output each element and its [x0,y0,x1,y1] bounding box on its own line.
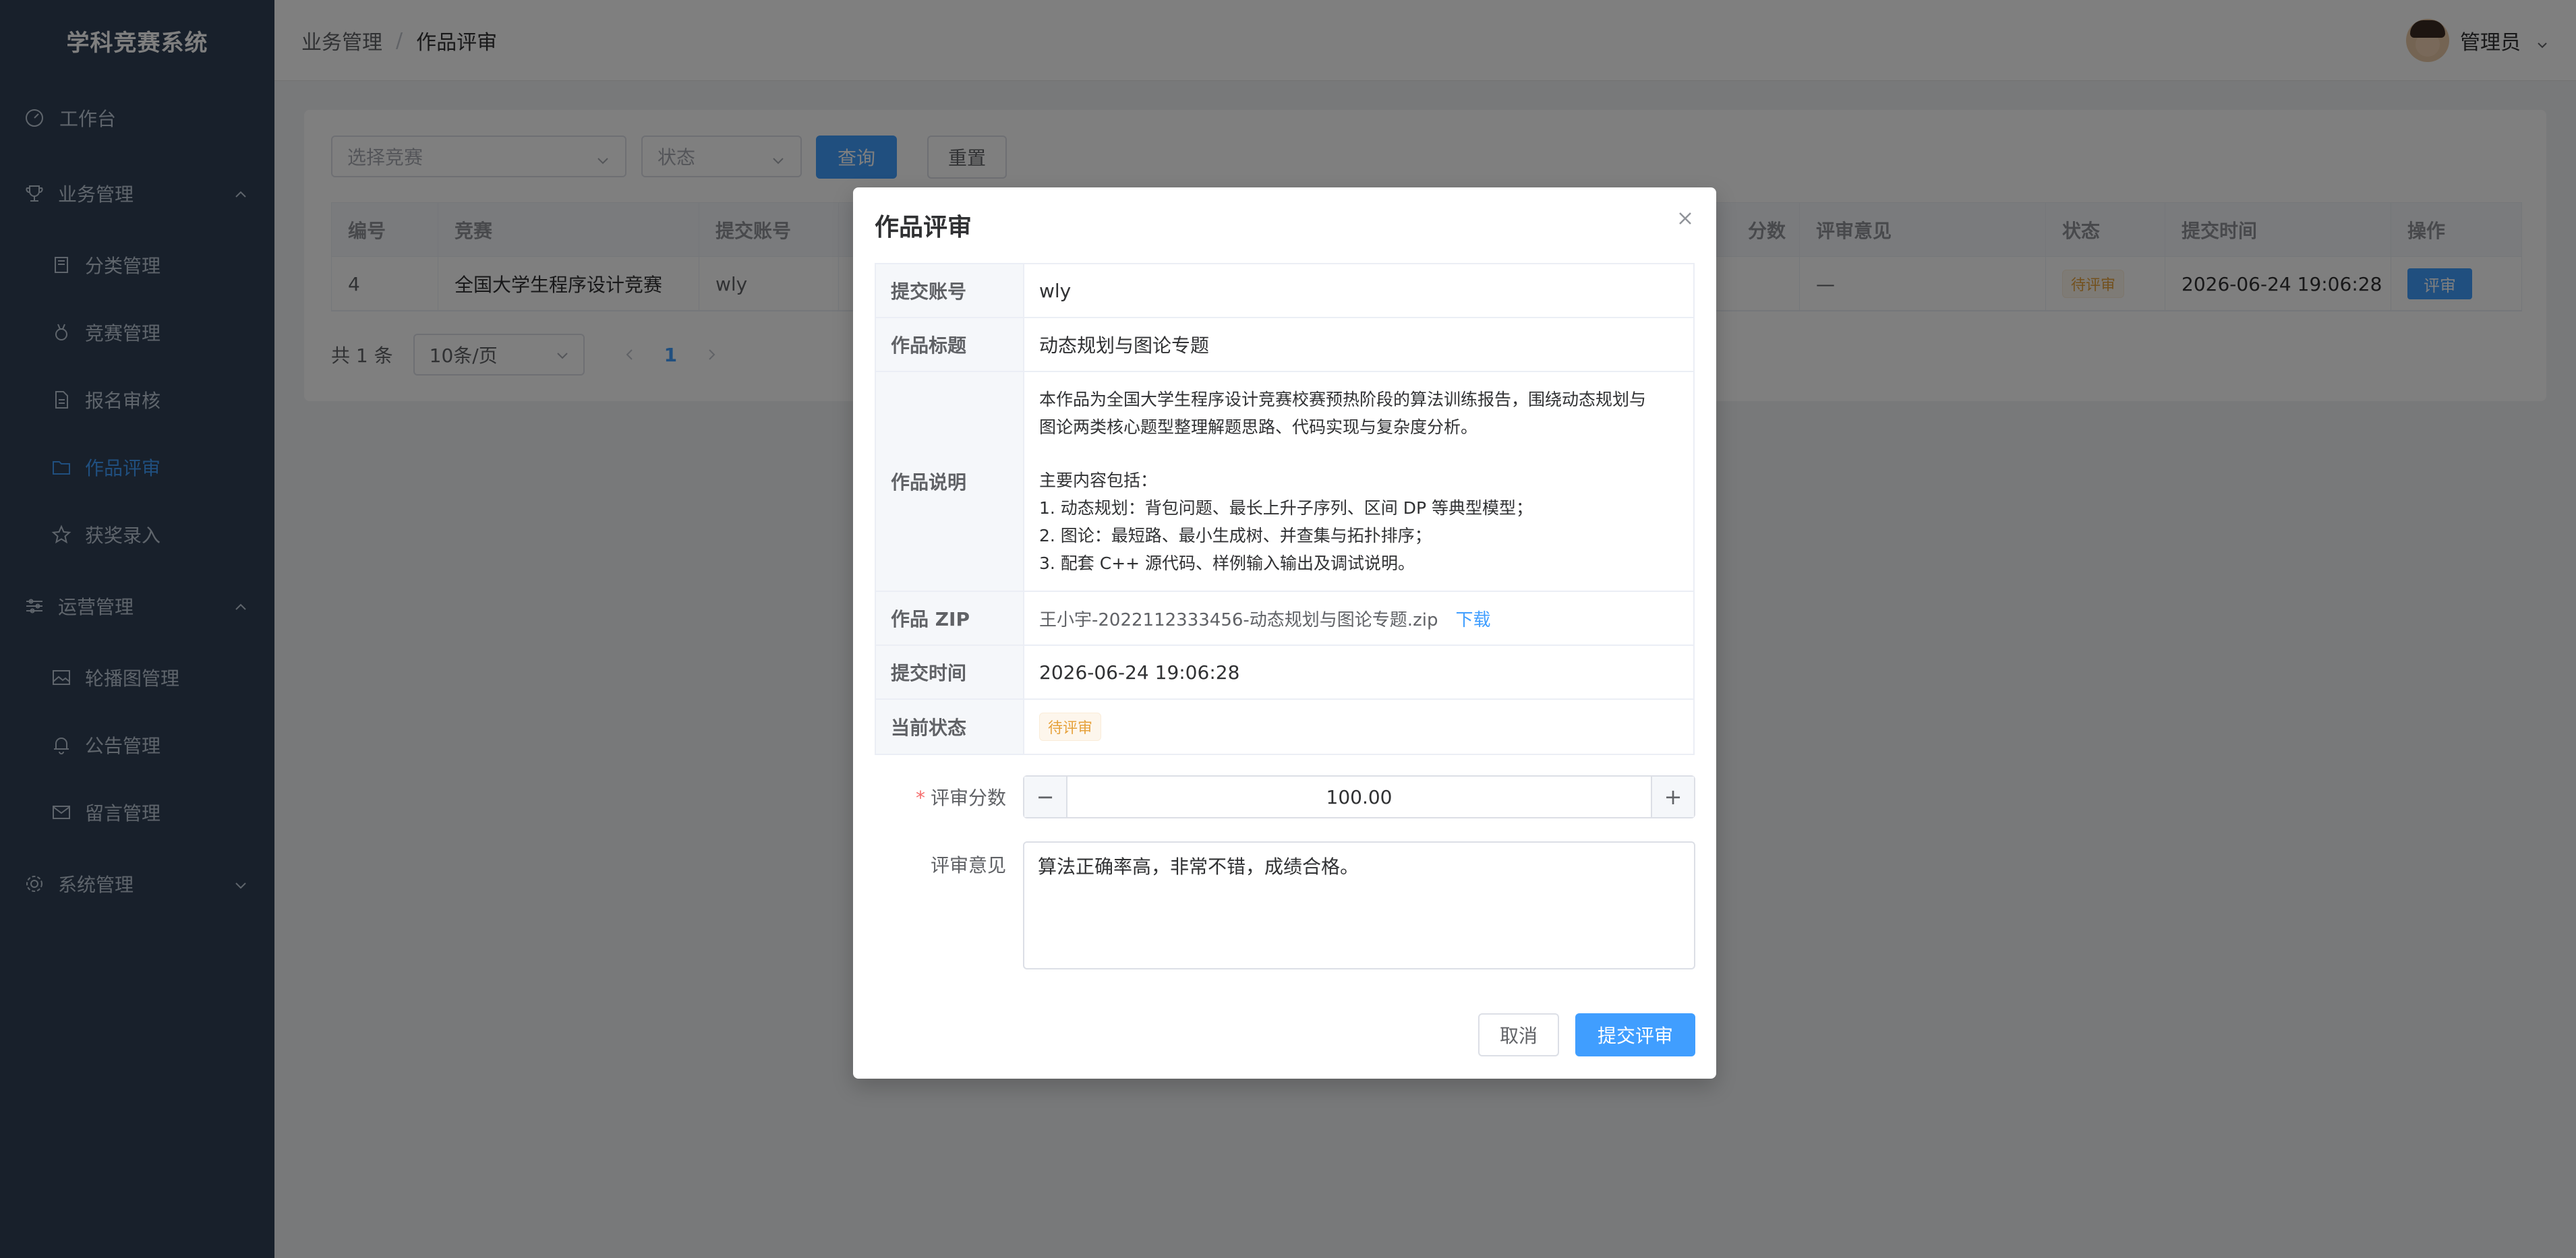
submit-review-button[interactable]: 提交评审 [1575,1013,1695,1056]
detail-row-time: 提交时间 2026-06-24 19:06:28 [876,646,1693,700]
detail-zip-value: 王小宇-2022112333456-动态规划与图论专题.zip 下载 [1024,592,1693,645]
detail-label: 作品 ZIP [876,592,1024,645]
detail-row-status: 当前状态 待评审 [876,700,1693,754]
detail-label: 作品标题 [876,318,1024,371]
score-input[interactable]: 100.00 [1067,777,1651,817]
score-stepper[interactable]: − 100.00 + [1023,775,1695,818]
detail-row-account: 提交账号 wly [876,264,1693,318]
detail-description-value: 本作品为全国大学生程序设计竞赛校赛预热阶段的算法训练报告，围绕动态规划与 图论两… [1024,372,1693,591]
status-badge: 待评审 [1039,713,1102,741]
close-icon[interactable] [1674,208,1696,229]
detail-label: 提交时间 [876,646,1024,698]
detail-time-value: 2026-06-24 19:06:28 [1039,661,1240,684]
score-increase-button[interactable]: + [1651,777,1694,817]
cancel-button[interactable]: 取消 [1478,1013,1559,1056]
detail-label: 提交账号 [876,264,1024,317]
dialog-title: 作品评审 [875,214,972,241]
description-line: 本作品为全国大学生程序设计竞赛校赛预热阶段的算法训练报告，围绕动态规划与 [1039,390,1647,409]
detail-row-zip: 作品 ZIP 王小宇-2022112333456-动态规划与图论专题.zip 下… [876,592,1693,646]
download-link[interactable]: 下载 [1455,606,1490,631]
detail-title-value: 动态规划与图论专题 [1039,334,1210,357]
detail-label: 当前状态 [876,700,1024,754]
zip-filename: 王小宇-2022112333456-动态规划与图论专题.zip [1039,609,1438,630]
detail-label: 作品说明 [876,372,1024,591]
detail-account-value: wly [1039,279,1072,302]
description-line: 1. 动态规划：背包问题、最长上升子序列、区间 DP 等典型模型； [1039,498,1533,518]
description-line: 2. 图论：最短路、最小生成树、并查集与拓扑排序； [1039,526,1432,545]
score-decrease-button[interactable]: − [1024,777,1067,817]
score-label: * 评审分数 [915,787,1006,809]
description-line: 3. 配套 C++ 源代码、样例输入输出及调试说明。 [1039,553,1415,573]
detail-row-description: 作品说明 本作品为全国大学生程序设计竞赛校赛预热阶段的算法训练报告，围绕动态规划… [876,372,1693,592]
detail-status-value: 待评审 [1024,700,1693,754]
work-details: 提交账号 wly 作品标题 动态规划与图论专题 作品说明 本作品为全国大学生程序… [875,263,1695,755]
description-line: 图论两类核心题型整理解题思路、代码实现与复杂度分析。 [1039,417,1478,437]
description-line: 主要内容包括： [1039,471,1158,490]
opinion-textarea[interactable]: 算法正确率高，非常不错，成绩合格。 [1023,841,1695,969]
detail-row-title: 作品标题 动态规划与图论专题 [876,318,1693,372]
opinion-label: 评审意见 [930,854,1006,876]
